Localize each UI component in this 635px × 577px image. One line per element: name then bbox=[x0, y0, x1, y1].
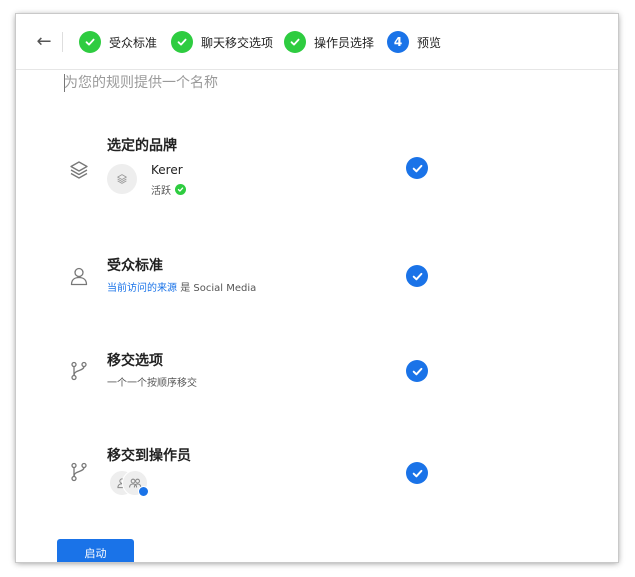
layers-icon bbox=[68, 159, 90, 181]
brand-avatar bbox=[107, 164, 137, 194]
check-icon bbox=[406, 157, 428, 179]
branch-icon bbox=[68, 360, 90, 382]
check-icon bbox=[175, 184, 186, 195]
condition-link[interactable]: 当前访问的来源 bbox=[107, 283, 177, 294]
step-label: 聊天移交选项 bbox=[201, 35, 274, 50]
step-audience-criteria[interactable]: 受众标准 bbox=[79, 30, 157, 54]
condition-value: Social Media bbox=[193, 283, 257, 294]
audience-condition: 当前访问的来源 是 Social Media bbox=[107, 279, 256, 294]
branch-icon bbox=[68, 461, 90, 483]
settings-badge-icon bbox=[138, 486, 149, 497]
wizard-header: ← 受众标准 聊天移交选项 操作员选择 4 预览 bbox=[16, 14, 618, 70]
arrow-left-icon[interactable]: ← bbox=[34, 32, 54, 52]
handoff-description: 一个一个按顺序移交 bbox=[107, 378, 197, 389]
step-preview[interactable]: 4 预览 bbox=[387, 30, 441, 54]
step-label: 预览 bbox=[417, 35, 442, 50]
check-icon bbox=[406, 462, 428, 484]
step-label: 操作员选择 bbox=[314, 35, 375, 50]
step-label: 受众标准 bbox=[109, 35, 158, 50]
section-title: 选定的品牌 bbox=[107, 138, 177, 154]
brand-status: 活跃 bbox=[151, 182, 186, 197]
condition-operator: 是 bbox=[180, 283, 191, 294]
section-title: 受众标准 bbox=[107, 258, 163, 274]
launch-button[interactable]: 启动 bbox=[57, 539, 134, 562]
rule-name-input[interactable] bbox=[60, 72, 484, 94]
check-icon bbox=[171, 31, 193, 53]
step-number: 4 bbox=[387, 31, 409, 53]
status-text: 活跃 bbox=[151, 186, 171, 197]
step-chat-handoff-options[interactable]: 聊天移交选项 bbox=[171, 30, 273, 54]
check-icon bbox=[406, 360, 428, 382]
step-operator-selection[interactable]: 操作员选择 bbox=[284, 30, 374, 54]
header-divider bbox=[62, 32, 63, 52]
check-icon bbox=[406, 265, 428, 287]
brand-name: Kerer bbox=[151, 163, 183, 177]
check-icon bbox=[79, 31, 101, 53]
section-title: 移交到操作员 bbox=[107, 448, 191, 464]
check-icon bbox=[284, 31, 306, 53]
preview-window: ← 受众标准 聊天移交选项 操作员选择 4 预览 为您的规则提供一个名称 选定的… bbox=[16, 14, 618, 562]
layers-icon bbox=[117, 174, 127, 184]
user-icon bbox=[68, 265, 90, 287]
section-title: 移交选项 bbox=[107, 353, 163, 369]
